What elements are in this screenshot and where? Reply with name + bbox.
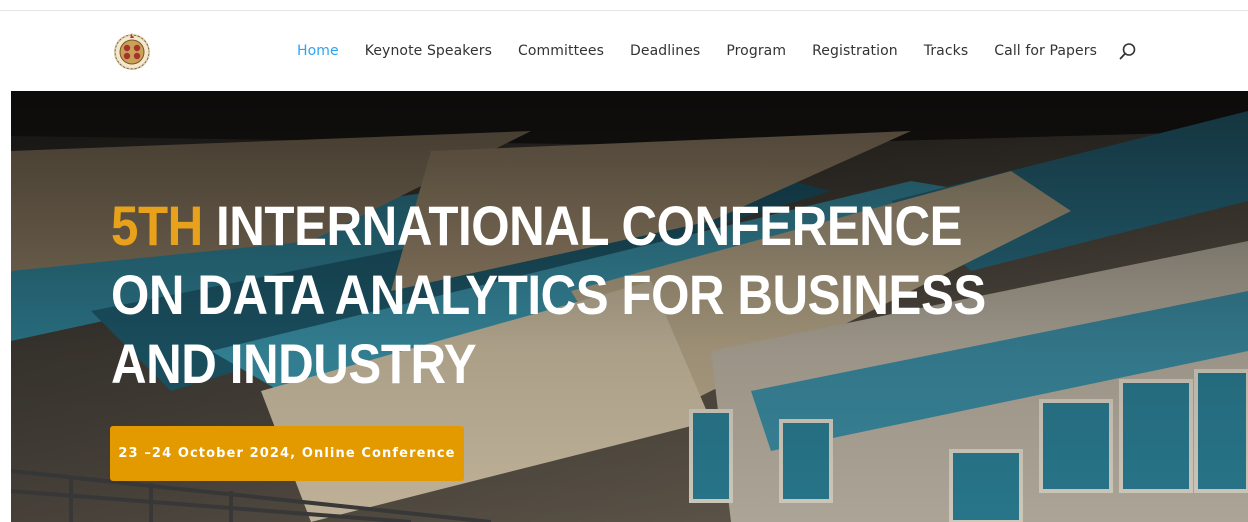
site-header: Home Keynote Speakers Committees Deadlin… (0, 11, 1248, 91)
nav-home[interactable]: Home (297, 43, 339, 59)
nav-deadlines[interactable]: Deadlines (630, 43, 700, 59)
hero-title-accent: 5TH (111, 194, 203, 257)
main-menu: Home Keynote Speakers Committees Deadlin… (297, 11, 1137, 91)
nav-keynote-speakers[interactable]: Keynote Speakers (365, 43, 492, 59)
conference-date-button[interactable]: 23 –24 October 2024, Online Conference (110, 426, 464, 481)
nav-registration[interactable]: Registration (812, 43, 898, 59)
search-icon[interactable] (1119, 42, 1137, 60)
nav-call-for-papers[interactable]: Call for Papers (994, 43, 1097, 59)
logo[interactable] (112, 31, 152, 71)
hero-title-rest: INTERNATIONAL CONFERENCE ON DATA ANALYTI… (111, 194, 986, 395)
hero-banner: 5TH INTERNATIONAL CONFERENCE ON DATA ANA… (11, 91, 1248, 522)
nav-committees[interactable]: Committees (518, 43, 604, 59)
nav-program[interactable]: Program (726, 43, 786, 59)
nav-tracks[interactable]: Tracks (924, 43, 969, 59)
hero-title: 5TH INTERNATIONAL CONFERENCE ON DATA ANA… (111, 191, 991, 398)
